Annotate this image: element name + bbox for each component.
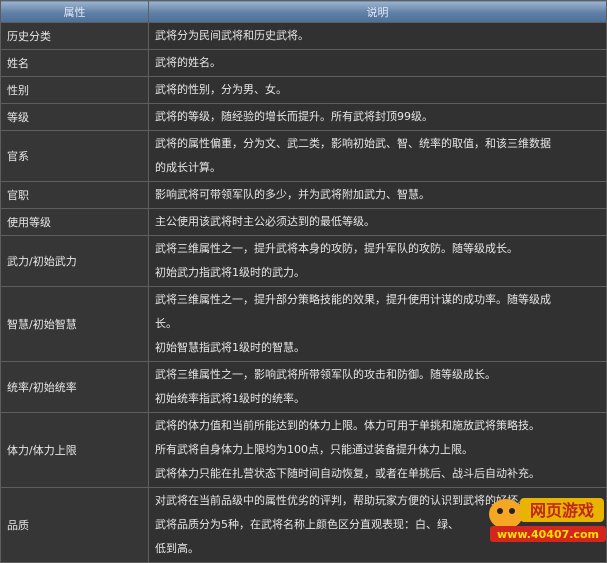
attribute-description: 武将的性别，分为男、女。 — [148, 76, 607, 104]
description-line: 初始统率指武将1级时的统率。 — [155, 392, 305, 405]
attribute-description: 武将分为民间武将和历史武将。 — [148, 22, 607, 50]
description-line: 武将的属性偏重，分为文、武二类，影响初始武、智、统率的取值，和该三维数据 — [155, 137, 551, 150]
attribute-name: 官职 — [0, 181, 149, 209]
attribute-description: 影响武将可带领军队的多少，并为武将附加武力、智慧。 — [148, 181, 607, 209]
attribute-name: 武力/初始武力 — [0, 235, 149, 287]
attribute-description: 武将三维属性之一，提升武将本身的攻防，提升军队的攻防。随等级成长。 初始武力指武将… — [148, 235, 607, 287]
attribute-name: 历史分类 — [0, 22, 149, 50]
description-line: 影响武将可带领军队的多少，并为武将附加武力、智慧。 — [155, 188, 430, 201]
description-line: 武将的性别，分为男、女。 — [155, 83, 287, 96]
description-line: 武将三维属性之一，提升武将本身的攻防，提升军队的攻防。随等级成长。 — [155, 242, 518, 255]
header-description: 说明 — [148, 0, 607, 23]
description-line: 长。 — [155, 317, 177, 330]
attribute-name: 官系 — [0, 130, 149, 182]
description-line: 武将的等级，随经验的增长而提升。所有武将封顶99级。 — [155, 110, 433, 123]
description-line: 初始武力指武将1级时的武力。 — [155, 266, 305, 279]
table-row: 性别 武将的性别，分为男、女。 — [0, 76, 607, 104]
table-row: 等级 武将的等级，随经验的增长而提升。所有武将封顶99级。 — [0, 103, 607, 131]
description-line: 初始智慧指武将1级时的智慧。 — [155, 341, 305, 354]
table-row: 武力/初始武力 武将三维属性之一，提升武将本身的攻防，提升军队的攻防。随等级成长。… — [0, 235, 607, 287]
table-row: 体力/体力上限 武将的体力值和当前所能达到的体力上限。体力可用于单挑和施放武将策略… — [0, 412, 607, 488]
table-row: 官系 武将的属性偏重，分为文、武二类，影响初始武、智、统率的取值，和该三维数据 的成… — [0, 130, 607, 182]
attribute-name: 姓名 — [0, 49, 149, 77]
table-header-row: 属性 说明 — [0, 0, 607, 23]
table-row: 历史分类 武将分为民间武将和历史武将。 — [0, 22, 607, 50]
table-row: 智慧/初始智慧 武将三维属性之一，提升部分策略技能的效果，提升使用计谋的成功率。随… — [0, 286, 607, 362]
description-line: 武将分为民间武将和历史武将。 — [155, 29, 309, 42]
table-row: 统率/初始统率 武将三维属性之一，影响武将所带领军队的攻击和防御。随等级成长。 初始… — [0, 361, 607, 413]
attribute-name: 品质 — [0, 487, 149, 563]
attribute-description: 武将的等级，随经验的增长而提升。所有武将封顶99级。 — [148, 103, 607, 131]
attribute-table: 属性 说明 历史分类 武将分为民间武将和历史武将。 姓名 武将的姓名。 性别 武将的性别，… — [0, 0, 607, 563]
description-line: 武将体力只能在扎营状态下随时间自动恢复，或者在单挑后、战斗后自动补充。 — [155, 467, 540, 480]
attribute-name: 使用等级 — [0, 208, 149, 236]
table-row: 使用等级 主公使用该武将时主公必须达到的最低等级。 — [0, 208, 607, 236]
attribute-name: 性别 — [0, 76, 149, 104]
site-logo: 网页游戏 www.40407.com — [489, 498, 606, 542]
attribute-name: 统率/初始统率 — [0, 361, 149, 413]
attribute-description: 武将的体力值和当前所能达到的体力上限。体力可用于单挑和施放武将策略技。 所有武将自… — [148, 412, 607, 488]
description-line: 所有武将自身体力上限均为100点，只能通过装备提升体力上限。 — [155, 443, 473, 456]
attribute-description: 武将的姓名。 — [148, 49, 607, 77]
description-line: 的成长计算。 — [155, 161, 221, 174]
attribute-description: 武将三维属性之一，影响武将所带领军队的攻击和防御。随等级成长。 初始统率指武将1级… — [148, 361, 607, 413]
description-line: 主公使用该武将时主公必须达到的最低等级。 — [155, 215, 375, 228]
header-attribute: 属性 — [0, 0, 149, 23]
table-row: 官职 影响武将可带领军队的多少，并为武将附加武力、智慧。 — [0, 181, 607, 209]
svg-text:www.40407.com: www.40407.com — [497, 528, 599, 541]
table-row: 姓名 武将的姓名。 — [0, 49, 607, 77]
attribute-description: 武将三维属性之一，提升部分策略技能的效果，提升使用计谋的成功率。随等级成 长。初始… — [148, 286, 607, 362]
description-line: 武将三维属性之一，影响武将所带领军队的攻击和防御。随等级成长。 — [155, 368, 496, 381]
attribute-name: 体力/体力上限 — [0, 412, 149, 488]
description-line: 武将的体力值和当前所能达到的体力上限。体力可用于单挑和施放武将策略技。 — [155, 419, 540, 432]
description-line: 武将三维属性之一，提升部分策略技能的效果，提升使用计谋的成功率。随等级成 — [155, 293, 551, 306]
mascot-icon — [489, 499, 523, 529]
attribute-name: 智慧/初始智慧 — [0, 286, 149, 362]
attribute-description: 武将的属性偏重，分为文、武二类，影响初始武、智、统率的取值，和该三维数据 的成长计… — [148, 130, 607, 182]
description-line: 武将的姓名。 — [155, 56, 221, 69]
attribute-name: 等级 — [0, 103, 149, 131]
svg-text:网页游戏: 网页游戏 — [530, 501, 594, 520]
attribute-description: 主公使用该武将时主公必须达到的最低等级。 — [148, 208, 607, 236]
